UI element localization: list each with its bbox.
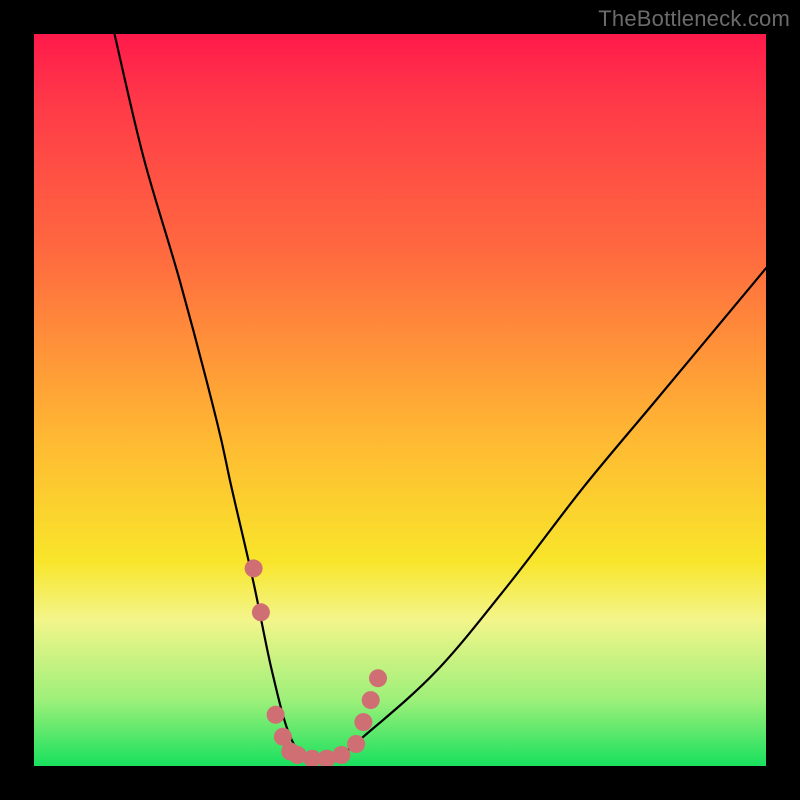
marker-dot (347, 735, 365, 753)
marker-dot (267, 706, 285, 724)
marker-dot (354, 713, 372, 731)
plot-area (34, 34, 766, 766)
marker-dot (252, 603, 270, 621)
marker-dot (369, 669, 387, 687)
marker-dot (332, 746, 350, 764)
bottleneck-curve (115, 34, 767, 766)
chart-frame: TheBottleneck.com (0, 0, 800, 800)
marker-dot (245, 559, 263, 577)
watermark-text: TheBottleneck.com (598, 6, 790, 32)
marker-dot (362, 691, 380, 709)
curve-layer (34, 34, 766, 766)
